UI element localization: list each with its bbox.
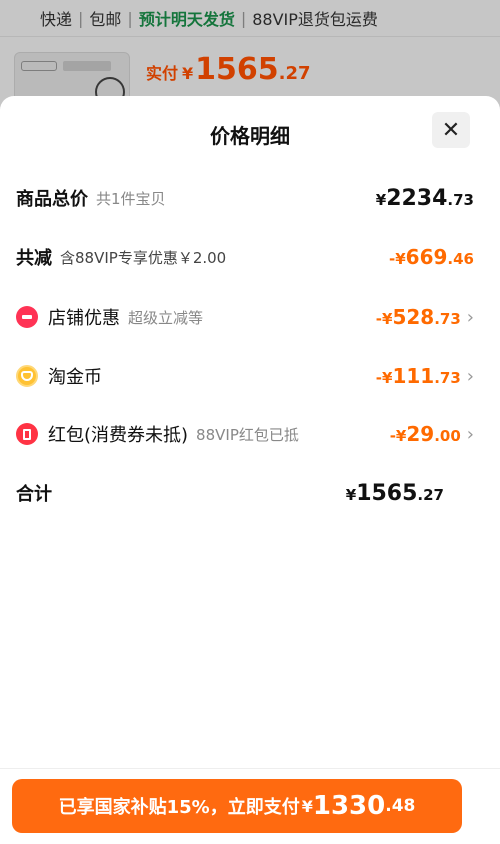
pay-button-symbol: ¥ <box>301 796 313 816</box>
red-packet-icon <box>16 423 38 445</box>
reduce-sub: 含88VIP专享优惠￥2.00 <box>60 248 227 267</box>
chevron-right-icon: › <box>466 306 474 328</box>
row-sum: 合计 ¥ 1565 .27 <box>16 477 444 509</box>
store-amount: -¥ 528 .73 <box>375 305 461 329</box>
red-packet-label: 红包(消费券未抵) <box>48 425 189 446</box>
coin-icon <box>16 365 38 387</box>
row-total-price: 商品总价 共1件宝贝 ¥ 2234 .73 <box>16 182 474 214</box>
store-sub: 超级立减等 <box>128 308 204 327</box>
chevron-right-icon: › <box>466 423 474 445</box>
pay-now-button[interactable]: 已享国家补贴15%，立即支付 ¥ 1330 .48 <box>12 779 462 833</box>
total-amount: ¥ 2234 .73 <box>375 185 474 211</box>
coin-label: 淘金币 <box>48 367 102 388</box>
red-packet-amount: -¥ 29 .00 <box>389 422 461 446</box>
reduce-label: 共减 <box>16 248 52 269</box>
bottom-bar: 已享国家补贴15%，立即支付 ¥ 1330 .48 <box>0 768 500 844</box>
price-detail-sheet: 价格明细 ✕ 商品总价 共1件宝贝 ¥ 2234 .73 共减 含88VIP专享… <box>0 96 500 844</box>
sheet-title: 价格明细 <box>210 124 290 148</box>
total-sub: 共1件宝贝 <box>96 189 166 208</box>
coin-amount: -¥ 111 .73 <box>375 364 461 388</box>
red-packet-sub: 88VIP红包已抵 <box>196 425 299 444</box>
row-taojinbi[interactable]: 淘金币 -¥ 111 .73 › <box>16 360 474 392</box>
row-total-reduction: 共减 含88VIP专享优惠￥2.00 -¥ 669 .46 <box>16 241 474 273</box>
reduce-amount: -¥ 669 .46 <box>389 245 474 269</box>
pay-button-text: 已享国家补贴15%，立即支付 <box>58 797 300 818</box>
chevron-right-icon: › <box>466 365 474 387</box>
close-icon: ✕ <box>441 117 461 143</box>
sum-amount: ¥ 1565 .27 <box>345 480 444 506</box>
pay-button-integer: 1330 <box>312 791 386 821</box>
row-red-packet[interactable]: 红包(消费券未抵) 88VIP红包已抵 -¥ 29 .00 › <box>16 418 474 450</box>
close-button[interactable]: ✕ <box>432 112 470 148</box>
total-label: 商品总价 <box>16 189 88 210</box>
store-icon <box>16 306 38 328</box>
sum-label: 合计 <box>16 484 52 505</box>
pay-button-decimal: .48 <box>385 796 416 816</box>
store-label: 店铺优惠 <box>48 308 120 329</box>
row-store-discount[interactable]: 店铺优惠 超级立减等 -¥ 528 .73 › <box>16 301 474 333</box>
